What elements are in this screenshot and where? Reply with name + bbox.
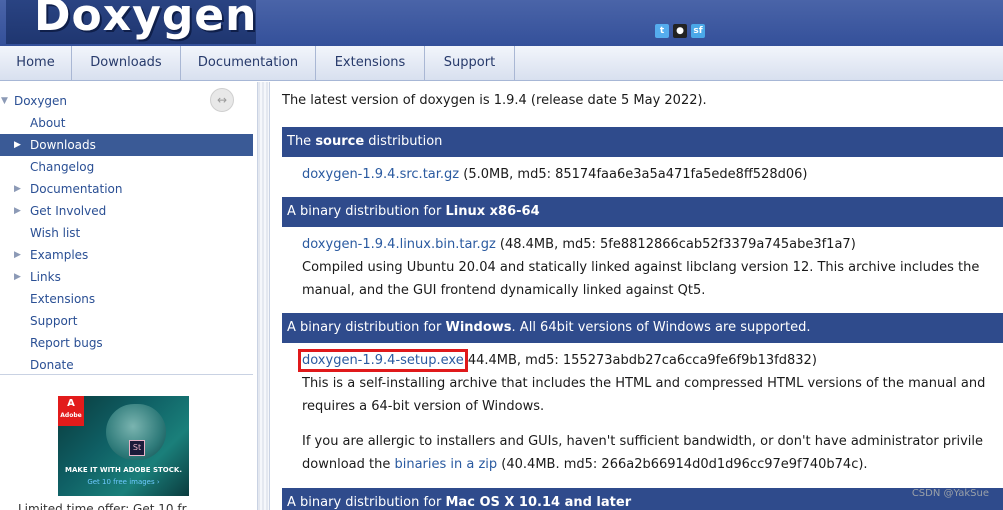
- heading-bold: Mac OS X 10.14 and later: [445, 495, 632, 510]
- source-tarball-link[interactable]: doxygen-1.9.4.src.tar.gz: [302, 167, 459, 182]
- sidebar-item-label: About: [30, 116, 66, 130]
- sidebar-item-label: Support: [30, 314, 78, 328]
- heading-text: A binary distribution for: [287, 495, 446, 510]
- sidebar-item-documentation[interactable]: ▶ Documentation: [0, 178, 253, 200]
- adobe-stock-ad[interactable]: A Adobe St MAKE IT WITH ADOBE STOCK. Get…: [58, 396, 189, 496]
- heading-text: The: [287, 134, 316, 149]
- linux-distribution-heading: A binary distribution for Linux x86-64: [282, 197, 1003, 227]
- heading-text: A binary distribution for: [287, 204, 446, 219]
- linux-description: manual, and the GUI frontend dynamically…: [302, 283, 706, 298]
- nav-support[interactable]: Support: [425, 46, 515, 81]
- mac-distribution-heading: A binary distribution for Mac OS X 10.14…: [282, 488, 1003, 510]
- sidebar-item-about[interactable]: About: [0, 112, 253, 134]
- windows-description: This is a self-installing archive that i…: [302, 376, 986, 391]
- doxygen-logo[interactable]: Doxygen: [6, 0, 256, 44]
- logo-text: Doxygen: [34, 0, 258, 41]
- linux-binary-link[interactable]: doxygen-1.9.4.linux.bin.tar.gz: [302, 237, 496, 252]
- adobe-logo-letter: A: [67, 398, 75, 409]
- zip-file-info: (40.4MB. md5: 266a2b66914d0d1d96cc97e9f7…: [497, 457, 868, 472]
- heading-bold: Linux x86-64: [445, 204, 540, 219]
- adobe-logo-icon: A Adobe: [58, 396, 84, 426]
- expand-arrow-icon[interactable]: ▶: [14, 244, 21, 266]
- sidebar-item-label: Doxygen: [14, 94, 68, 108]
- nav-tree: ▼ Doxygen About ▶ Downloads Changelog ▶ …: [0, 90, 253, 376]
- github-icon[interactable]: ●: [673, 24, 687, 38]
- linux-file-info: (48.4MB, md5: 5fe8812866cab52f3379a745ab…: [495, 237, 856, 252]
- heading-bold: Windows: [445, 320, 512, 335]
- csdn-watermark: CSDN @YakSue: [911, 488, 989, 499]
- linux-description: Compiled using Ubuntu 20.04 and statical…: [302, 260, 980, 275]
- sidebar-item-label: Examples: [30, 248, 89, 262]
- sidebar-item-downloads[interactable]: ▶ Downloads: [0, 134, 253, 156]
- ad-caption: Limited time offer: Get 10 fr: [18, 502, 187, 510]
- windows-setup-link[interactable]: doxygen-1.9.4-setup.exe: [298, 349, 468, 372]
- nav-documentation[interactable]: Documentation: [181, 46, 316, 81]
- sync-toggle-icon[interactable]: ↔: [210, 88, 234, 112]
- sidebar-item-get-involved[interactable]: ▶ Get Involved: [0, 200, 253, 222]
- site-header: Doxygen t ● sf: [0, 0, 1003, 46]
- sidebar-item-label: Documentation: [30, 182, 123, 196]
- windows-description: requires a 64-bit version of Windows.: [302, 399, 545, 414]
- nav-extensions[interactable]: Extensions: [316, 46, 425, 81]
- source-distribution-heading: The source distribution: [282, 127, 1003, 157]
- expand-arrow-icon[interactable]: ▶: [14, 200, 21, 222]
- sidebar-item-label: Donate: [30, 358, 74, 372]
- sidebar-item-report-bugs[interactable]: Report bugs: [0, 332, 253, 354]
- main-content: The latest version of doxygen is 1.9.4 (…: [270, 82, 1003, 510]
- sidebar-item-support[interactable]: Support: [0, 310, 253, 332]
- heading-bold: source: [315, 134, 365, 149]
- sidebar: ▼ Doxygen About ▶ Downloads Changelog ▶ …: [0, 82, 258, 510]
- expand-arrow-icon[interactable]: ▶: [14, 134, 21, 156]
- source-distribution-body: doxygen-1.9.4.src.tar.gz (5.0MB, md5: 85…: [302, 163, 1003, 186]
- expand-arrow-icon[interactable]: ▶: [14, 178, 21, 200]
- nav-home[interactable]: Home: [0, 46, 72, 81]
- sidebar-item-label: Report bugs: [30, 336, 103, 350]
- windows-distribution-body: doxygen-1.9.4-setup.exe 44.4MB, md5: 155…: [298, 349, 1003, 476]
- sidebar-item-examples[interactable]: ▶ Examples: [0, 244, 253, 266]
- twitter-icon[interactable]: t: [655, 24, 669, 38]
- windows-zip-link[interactable]: binaries in a zip: [394, 457, 497, 472]
- sidebar-item-label: Downloads: [30, 138, 96, 152]
- heading-text: . All 64bit versions of Windows are supp…: [511, 320, 811, 335]
- sidebar-item-label: Extensions: [30, 292, 96, 306]
- sidebar-item-changelog[interactable]: Changelog: [0, 156, 253, 178]
- heading-text: A binary distribution for: [287, 320, 446, 335]
- main-nav: Home Downloads Documentation Extensions …: [0, 46, 1003, 81]
- adobe-stock-icon: St: [129, 440, 145, 456]
- sidebar-item-extensions[interactable]: Extensions: [0, 288, 253, 310]
- social-links: t ● sf: [655, 24, 705, 38]
- ad-headline: MAKE IT WITH ADOBE STOCK.: [65, 466, 182, 474]
- source-file-info: (5.0MB, md5: 85174faa6e3a5a471fa5ede8ff5…: [459, 167, 808, 182]
- sidebar-item-label: Get Involved: [30, 204, 107, 218]
- sidebar-item-label: Links: [30, 270, 61, 284]
- expand-arrow-icon[interactable]: ▼: [1, 90, 8, 112]
- sidebar-item-label: Wish list: [30, 226, 81, 240]
- linux-distribution-body: doxygen-1.9.4.linux.bin.tar.gz (48.4MB, …: [302, 233, 1003, 302]
- stackoverflow-icon[interactable]: sf: [691, 24, 705, 38]
- sidebar-resize-handle[interactable]: [258, 82, 270, 510]
- sidebar-item-links[interactable]: ▶ Links: [0, 266, 253, 288]
- expand-arrow-icon[interactable]: ▶: [14, 266, 21, 288]
- nav-downloads[interactable]: Downloads: [72, 46, 181, 81]
- sidebar-item-donate[interactable]: Donate: [0, 354, 253, 376]
- heading-text: distribution: [364, 134, 443, 149]
- adobe-logo-sub: Adobe: [60, 412, 82, 419]
- ad-cta-link[interactable]: Get 10 free images ›: [58, 478, 189, 486]
- sidebar-divider: [0, 374, 253, 375]
- zip-note-text: download the: [302, 457, 395, 472]
- windows-zip-note: If you are allergic to installers and GU…: [302, 434, 983, 449]
- windows-file-info: 44.4MB, md5: 155273abdb27ca6cca9fe6f9b13…: [463, 353, 817, 368]
- windows-distribution-heading: A binary distribution for Windows. All 6…: [282, 313, 1003, 343]
- sidebar-item-wish-list[interactable]: Wish list: [0, 222, 253, 244]
- latest-version-text: The latest version of doxygen is 1.9.4 (…: [282, 93, 707, 108]
- sidebar-item-label: Changelog: [30, 160, 95, 174]
